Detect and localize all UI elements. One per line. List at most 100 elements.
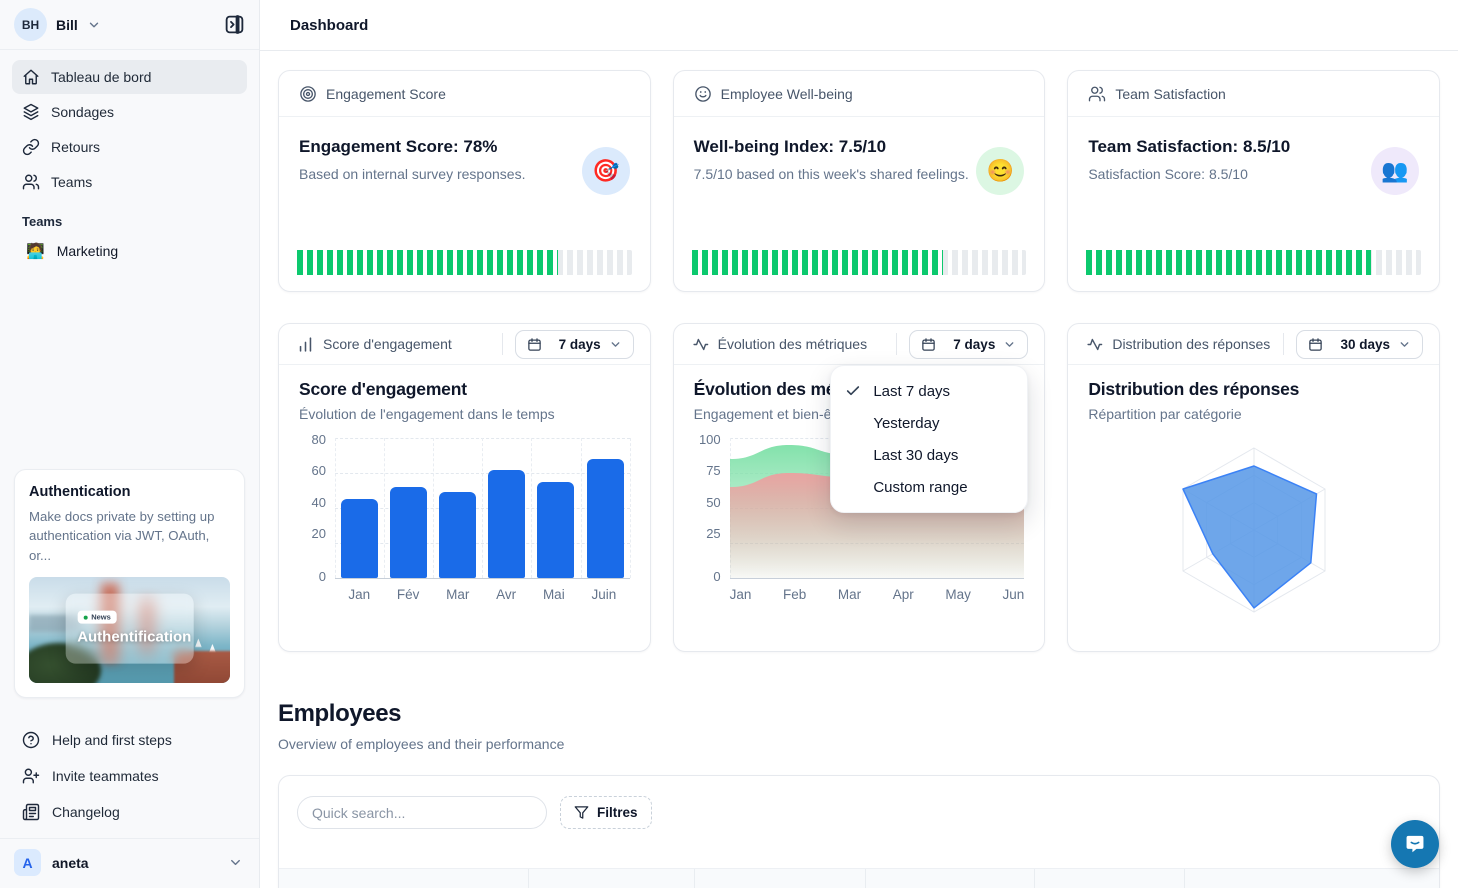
bar-chart-icon [297,336,314,353]
tick-label: Apr [893,587,914,605]
tick-label: 50 [706,495,720,510]
bar [537,482,574,578]
user-plus-icon [22,767,40,785]
menu-item-yesterday[interactable]: Yesterday [831,407,1027,439]
account-avatar: A [14,849,41,876]
tick-label: May [945,587,971,605]
home-icon [22,68,40,86]
tick-label: Feb [783,587,806,605]
tick-label: Mar [446,587,469,605]
range-select-button[interactable]: 7 days [909,330,1028,359]
sidebar-footer-nav: Help and first steps Invite teammates Ch… [0,716,259,834]
gridline [335,578,630,579]
chevron-down-icon [228,855,243,870]
metrics-area-chart-card: Évolution des métriques 7 days Évolution… [673,323,1046,652]
column-header-user: User [279,869,529,888]
layers-icon [22,103,40,121]
stat-header-label: Employee Well-being [721,86,853,102]
promo-image-title: Authentification [77,629,194,646]
smile-icon [694,85,712,103]
workspace-name: Bill [56,17,78,33]
tick-label: 60 [312,463,326,478]
sidebar-item-label: Tableau de bord [51,69,151,85]
chart-card-header: Distribution des réponses 30 days [1068,324,1439,365]
stat-title: Team Satisfaction: 8.5/10 [1088,137,1419,157]
stat-card-body: Engagement Score: 78% Based on internal … [279,117,650,202]
chat-launcher-button[interactable] [1391,820,1439,868]
help-circle-icon [22,731,40,749]
stat-subtitle: Satisfaction Score: 8.5/10 [1088,166,1419,182]
chat-bubble-icon [1402,831,1428,857]
newspaper-icon [22,803,40,821]
sidebar-item-tableau-de-bord[interactable]: Tableau de bord [12,60,247,94]
menu-item-last-7-days[interactable]: Last 7 days [831,375,1027,407]
users-emoji-badge: 👥 [1371,147,1419,195]
menu-item-custom-range[interactable]: Custom range [831,471,1027,503]
menu-item-last-30-days[interactable]: Last 30 days [831,439,1027,471]
account-menu[interactable]: A aneta [0,838,259,888]
progress-fill [692,250,943,275]
bar [390,487,427,578]
tick-label: 80 [312,432,326,447]
tick-label: Mai [543,587,565,605]
chart-subtitle: Répartition par catégorie [1088,406,1419,422]
sidebar-nav: Tableau de bord Sondages Retours Teams [0,50,259,200]
sidebar-item-sondages[interactable]: Sondages [12,95,247,129]
range-select-button[interactable]: 7 days [515,330,634,359]
footer-item-label: Changelog [52,804,120,820]
progress-bar [297,250,632,275]
engagement-bar-chart-card: Score d'engagement 7 days Score d'engage… [278,323,651,652]
progress-bar [1086,250,1421,275]
filters-button[interactable]: Filtres [560,796,652,829]
calendar-icon [921,337,936,352]
employees-subtitle: Overview of employees and their performa… [278,736,1440,752]
chart-cards-row: Score d'engagement 7 days Score d'engage… [278,323,1440,652]
chevron-down-icon [609,338,622,351]
sidebar-item-help[interactable]: Help and first steps [12,722,247,758]
authentication-promo-card[interactable]: Authentication Make docs private by sett… [14,469,245,698]
activity-icon [692,336,709,353]
tick-label: Avr [496,587,516,605]
funnel-icon [574,805,589,820]
stat-card-header: Employee Well-being [674,71,1045,117]
stat-subtitle: Based on internal survey responses. [299,166,630,182]
stat-card-header: Engagement Score [279,71,650,117]
engagement-score-card: Engagement Score Engagement Score: 78% B… [278,70,651,292]
range-select-button[interactable]: 30 days [1296,330,1423,359]
chart-title: Score d'engagement [299,379,630,400]
sidebar-item-changelog[interactable]: Changelog [12,794,247,830]
gridline [730,578,1025,579]
promo-image-overlay-card: News Authentification [65,594,194,664]
promo-title: Authentication [29,484,230,500]
workspace-switcher[interactable]: BH Bill [0,0,259,50]
tick-label: Jan [348,587,370,605]
calendar-icon [1308,337,1323,352]
header-divider [1283,333,1284,355]
news-badge: News [77,611,117,624]
bar [341,499,378,578]
employees-table-card: Filtres User Team [278,775,1440,888]
activity-icon [1086,336,1103,353]
chart-header-label: Évolution des métriques [718,336,867,352]
chart-card-header: Évolution des métriques 7 days [674,324,1045,365]
smiley-emoji-badge: 😊 [976,147,1024,195]
stat-card-header: Team Satisfaction [1068,71,1439,117]
target-icon [299,85,317,103]
y-axis-labels: 1007550250 [694,438,730,578]
tick-label: 0 [319,569,326,584]
column-header-team: Team [529,869,695,888]
app-root: BH Bill Tableau de bord Sondages [0,0,1458,888]
main-content: Engagement Score Engagement Score: 78% B… [260,51,1458,888]
chevron-down-icon [87,18,101,32]
stat-cards-row: Engagement Score Engagement Score: 78% B… [278,70,1440,292]
stat-subtitle: 7.5/10 based on this week's shared feeli… [694,166,1025,182]
sidebar-item-invite[interactable]: Invite teammates [12,758,247,794]
tick-label: Fév [397,587,420,605]
chart-card-body: Distribution des réponses Répartition pa… [1068,365,1439,632]
search-input[interactable] [297,796,547,829]
sidebar-item-marketing[interactable]: 🧑‍💻 Marketing [0,233,259,269]
chart-title: Distribution des réponses [1088,379,1419,400]
sidebar-item-retours[interactable]: Retours [12,130,247,164]
sidebar-item-teams[interactable]: Teams [12,165,247,199]
sidebar-collapse-button[interactable] [224,14,245,35]
